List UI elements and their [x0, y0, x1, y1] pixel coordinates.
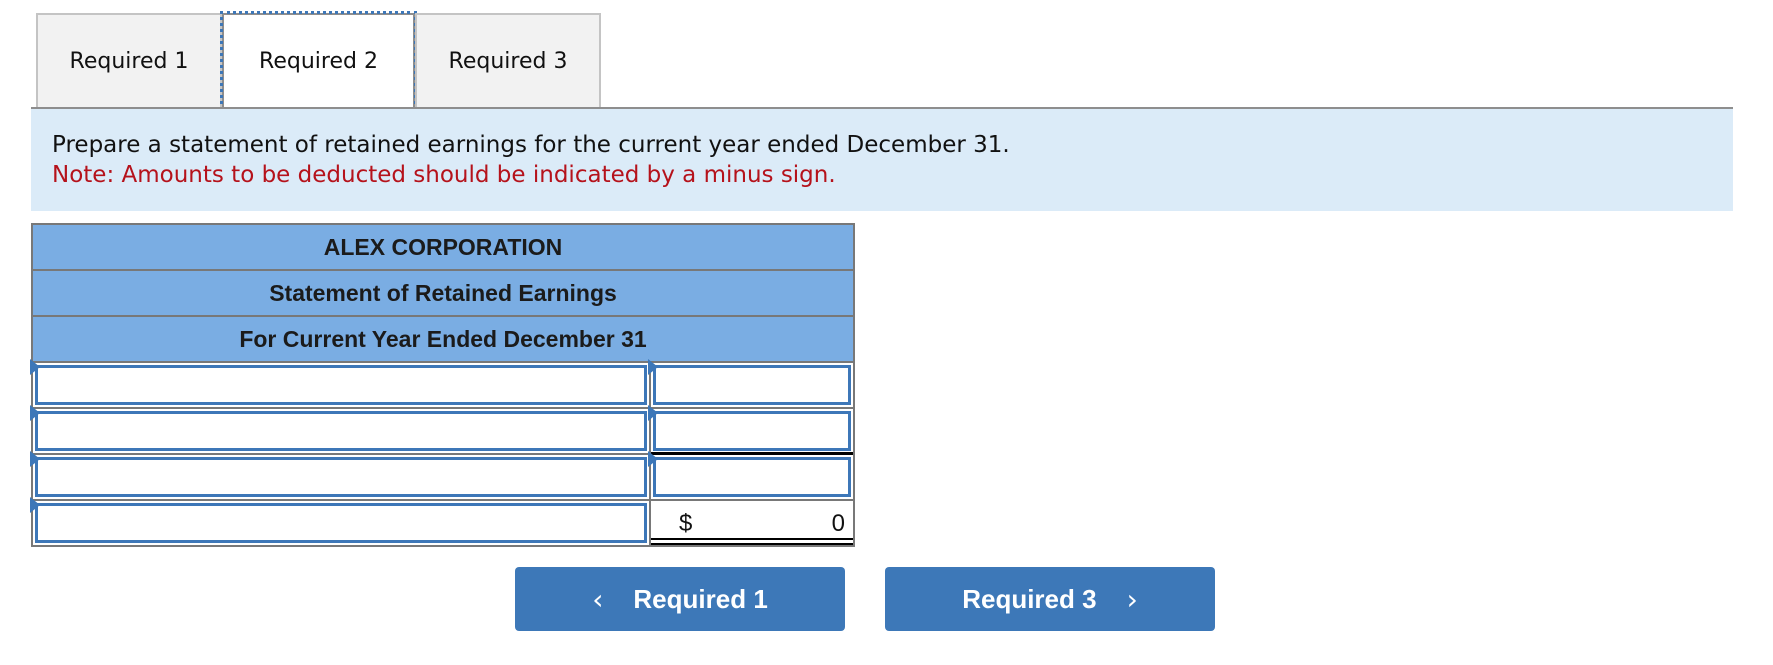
chevron-left-icon: ‹: [592, 582, 604, 616]
total-double-underline: [651, 538, 853, 545]
tab-required-1[interactable]: Required 1: [36, 13, 222, 108]
dropdown-marker-icon: [30, 359, 40, 375]
table-row: $ 0: [30, 497, 853, 545]
dropdown-marker-icon: [30, 405, 40, 421]
instruction-note: Note: Amounts to be deducted should be i…: [52, 162, 836, 188]
row-1-amount-input[interactable]: [653, 365, 851, 405]
row-4-label-dropdown[interactable]: [35, 503, 647, 543]
prev-required-1-button[interactable]: ‹ Required 1: [515, 567, 845, 631]
row-1-label-dropdown[interactable]: [35, 365, 647, 405]
instructions-panel: Prepare a statement of retained earnings…: [31, 109, 1733, 211]
row-2-label-dropdown[interactable]: [35, 411, 647, 451]
tab-required-2[interactable]: Required 2: [220, 11, 417, 110]
company-name: ALEX CORPORATION: [33, 225, 853, 271]
table-row: [30, 359, 853, 409]
total-value: 0: [831, 510, 845, 537]
next-button-label: Required 3: [962, 583, 1097, 614]
next-required-3-button[interactable]: Required 3 ›: [885, 567, 1215, 631]
statement-period: For Current Year Ended December 31: [33, 317, 853, 363]
row-3-amount-input[interactable]: [653, 457, 851, 497]
chevron-right-icon: ›: [1126, 582, 1138, 616]
table-row: [30, 405, 853, 455]
input-marker-icon: [648, 451, 658, 467]
input-marker-icon: [648, 359, 658, 375]
dropdown-marker-icon: [30, 497, 40, 513]
table-row: [30, 451, 853, 501]
statement-title: Statement of Retained Earnings: [33, 271, 853, 317]
dropdown-marker-icon: [30, 451, 40, 467]
prev-button-label: Required 1: [633, 583, 768, 614]
row-3-label-dropdown[interactable]: [35, 457, 647, 497]
input-marker-icon: [648, 405, 658, 421]
tab-required-3[interactable]: Required 3: [415, 13, 601, 108]
instruction-text: Prepare a statement of retained earnings…: [52, 132, 1010, 158]
row-2-amount-input[interactable]: [653, 411, 851, 451]
tab-bar: Required 1 Required 2 Required 3: [36, 11, 601, 110]
currency-symbol: $: [679, 510, 693, 537]
retained-earnings-statement: ALEX CORPORATION Statement of Retained E…: [30, 223, 855, 547]
